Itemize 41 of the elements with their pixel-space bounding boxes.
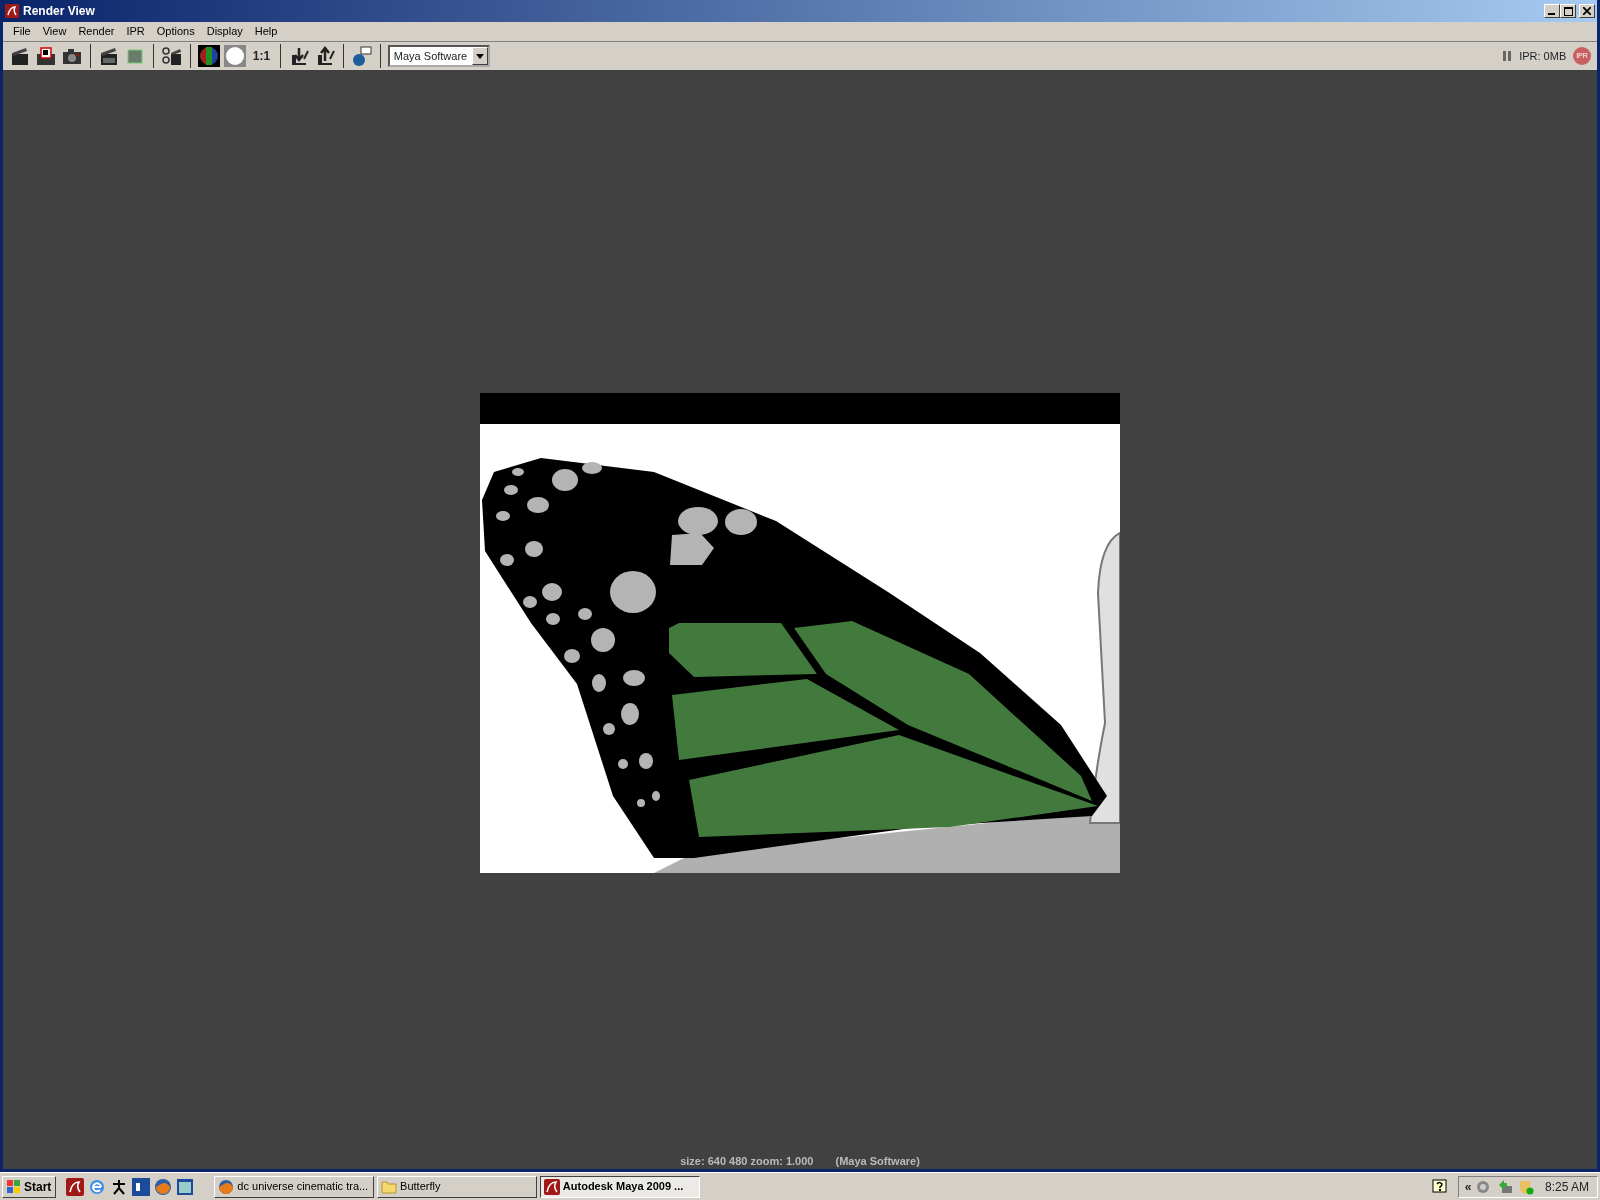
sphere-speech-icon[interactable] [350, 45, 373, 67]
caret-icon [475, 53, 484, 59]
help-icon[interactable] [1432, 1178, 1449, 1195]
menu-item[interactable]: IPR [120, 23, 151, 40]
circle-icon[interactable] [224, 45, 246, 67]
menu-item[interactable]: Display [200, 23, 249, 40]
real-size-button[interactable]: 1:1 [250, 47, 273, 65]
app-logo-icon[interactable] [65, 1177, 84, 1196]
film-region-icon[interactable] [35, 45, 57, 67]
app-logo-icon [5, 4, 19, 18]
taskbar-button[interactable]: Butterfly [377, 1175, 538, 1198]
clock: 8:25 AM [1544, 1178, 1589, 1196]
minimize-button[interactable] [1544, 4, 1561, 18]
window-icon[interactable] [175, 1177, 194, 1196]
taskbar-button[interactable]: Autodesk Maya 2009 ... [539, 1175, 700, 1198]
menu-item[interactable]: Options [150, 23, 201, 40]
menu-item[interactable]: Render [72, 23, 121, 40]
window-title: Render View [23, 3, 95, 20]
menu-item[interactable]: View [36, 23, 73, 40]
renderer-dropdown[interactable]: Maya Software [387, 45, 490, 67]
menu-item[interactable]: Help [248, 23, 284, 40]
image-size-label: size: 640 480 zoom: 1.000 [680, 1153, 814, 1169]
close-icon [1583, 7, 1591, 15]
reels-clapperboard-icon[interactable] [161, 45, 183, 67]
menu-item[interactable]: File [7, 23, 37, 40]
clapperboard-icon[interactable] [98, 45, 120, 67]
ipr-memory-label: IPR: 0MB [1519, 48, 1567, 64]
taskbar-button[interactable]: dc universe cinematic tra... [214, 1175, 375, 1198]
clapperboard-icon[interactable] [9, 45, 31, 67]
close-button[interactable] [1579, 4, 1595, 18]
windows-logo-icon [7, 1179, 21, 1194]
maximize-button[interactable] [1560, 4, 1577, 18]
app-logo-icon [543, 1178, 560, 1195]
start-button[interactable]: Start [2, 1175, 57, 1198]
maximize-icon [1563, 6, 1573, 16]
pause-icon[interactable] [1502, 49, 1513, 63]
rgb-channels-icon[interactable] [198, 45, 220, 67]
folder-icon [381, 1179, 398, 1194]
show-hidden-icons-button[interactable]: « [1464, 1177, 1472, 1196]
renderer-label: (Maya Software) [835, 1153, 920, 1169]
network-icon[interactable] [1497, 1178, 1514, 1195]
